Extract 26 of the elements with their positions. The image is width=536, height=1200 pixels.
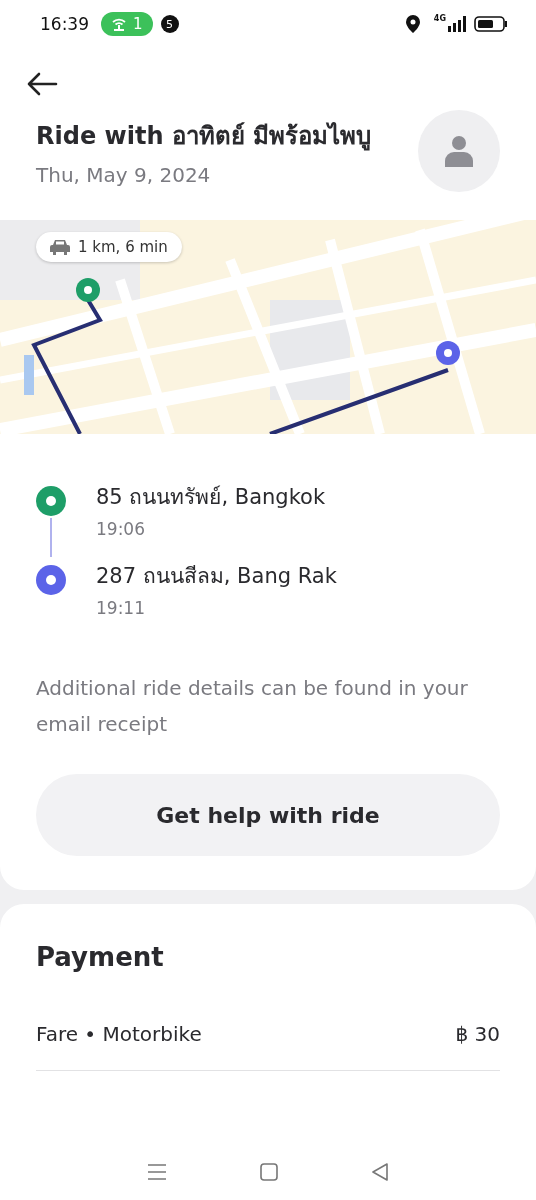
help-button[interactable]: Get help with ride bbox=[36, 774, 500, 856]
stop-time: 19:06 bbox=[96, 519, 146, 539]
battery-icon bbox=[474, 16, 508, 32]
hotspot-badge: 1 bbox=[101, 12, 153, 36]
notification-count: 5 bbox=[160, 15, 179, 33]
home-icon[interactable] bbox=[260, 1163, 278, 1181]
back-icon[interactable] bbox=[371, 1163, 390, 1181]
stop-address: 287 ถนนสีลม, Bang Rak bbox=[96, 563, 337, 590]
receipt-note: Additional ride details can be found in your email receipt bbox=[36, 675, 469, 738]
car-icon bbox=[50, 238, 70, 256]
hotspot-icon bbox=[111, 17, 127, 31]
back-arrow-icon bbox=[26, 72, 58, 96]
status-time: 16:39 bbox=[40, 14, 89, 34]
location-icon bbox=[405, 15, 420, 33]
route-summary: 1 km, 6 min bbox=[78, 238, 168, 256]
signal-icon bbox=[448, 16, 466, 32]
fare-label: Fare • Motorbike bbox=[36, 1022, 202, 1046]
person-icon bbox=[445, 135, 473, 167]
stop-time: 19:11 bbox=[96, 598, 146, 618]
payment-heading: Payment bbox=[36, 942, 165, 972]
ride-date: Thu, May 9, 2024 bbox=[36, 162, 212, 187]
stop-address: 85 ถนนทรัพย์, Bangkok bbox=[96, 484, 326, 511]
ride-title: Ride with อาทิตย์ มีพร้อมไพบู bbox=[36, 120, 372, 153]
network-label: 4G bbox=[433, 14, 446, 23]
menu-icon[interactable] bbox=[146, 1163, 167, 1181]
fare-amount: ฿ 30 bbox=[455, 1022, 500, 1046]
